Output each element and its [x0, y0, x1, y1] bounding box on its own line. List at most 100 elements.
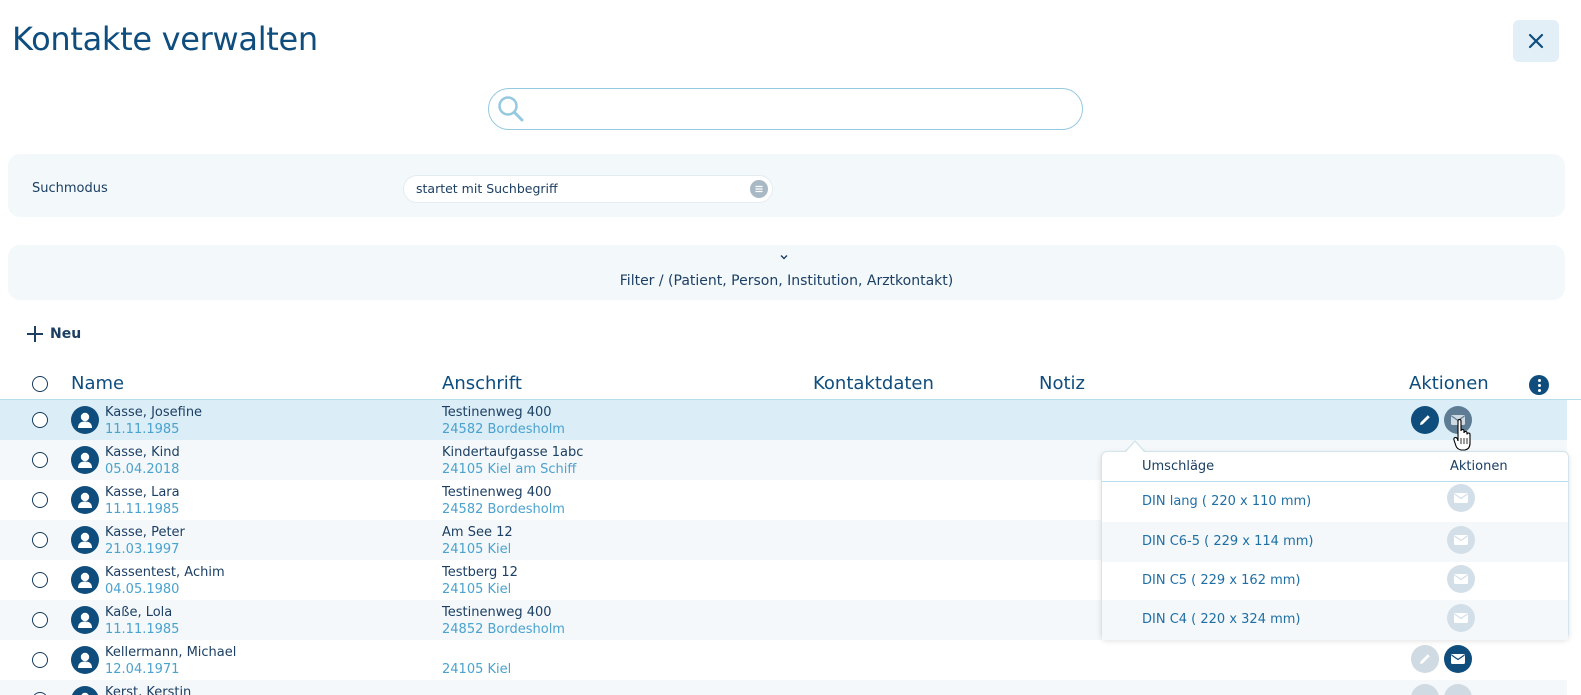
- contact-city: 24105 Kiel am Schiff: [442, 462, 577, 477]
- table-row[interactable]: Kerst, Kerstin: [0, 680, 1567, 695]
- contact-city: 24582 Bordesholm: [442, 502, 565, 517]
- contact-city: 24852 Bordesholm: [442, 622, 565, 637]
- column-header-name[interactable]: Name: [71, 373, 124, 394]
- envelope-button[interactable]: [1444, 684, 1472, 695]
- row-radio[interactable]: [32, 532, 48, 548]
- envelope-icon: [1454, 535, 1468, 545]
- envelope-button[interactable]: [1444, 406, 1472, 434]
- search-mode-label: Suchmodus: [32, 181, 108, 196]
- contact-street: Testinenweg 400: [442, 605, 552, 620]
- popup-header-envelopes: Umschläge: [1142, 459, 1215, 474]
- envelope-icon: [1454, 613, 1468, 623]
- plus-icon: [27, 326, 43, 342]
- contact-city: 24582 Bordesholm: [442, 422, 565, 437]
- column-header-address[interactable]: Anschrift: [442, 373, 522, 394]
- popup-arrow-inner: [1125, 442, 1145, 453]
- user-icon: [71, 606, 99, 634]
- contact-name: Kassentest, Achim: [105, 565, 225, 580]
- contact-birthdate: 21.03.1997: [105, 542, 180, 557]
- edit-icon: [1420, 654, 1430, 664]
- row-radio[interactable]: [32, 652, 48, 668]
- new-contact-label: Neu: [50, 326, 82, 342]
- contact-street: Am See 12: [442, 525, 513, 540]
- envelope-icon: [1451, 654, 1465, 664]
- edit-icon: [1420, 415, 1430, 425]
- contact-street: Testberg 12: [442, 565, 518, 580]
- contact-birthdate: 04.05.1980: [105, 582, 180, 597]
- contact-birthdate: 12.04.1971: [105, 662, 180, 677]
- contact-street: Testinenweg 400: [442, 405, 552, 420]
- edit-button[interactable]: [1411, 645, 1439, 673]
- envelope-print-button[interactable]: [1447, 604, 1475, 632]
- contact-city: 24105 Kiel: [442, 582, 512, 597]
- table-header: Name Anschrift Kontaktdaten Notiz Aktion…: [0, 368, 1581, 400]
- contact-city: 24105 Kiel: [442, 542, 512, 557]
- envelope-button[interactable]: [1444, 645, 1472, 673]
- search-box[interactable]: [488, 88, 1083, 130]
- contact-name: Kaße, Lola: [105, 605, 173, 620]
- user-icon: [71, 446, 99, 474]
- envelope-icon: [1451, 415, 1465, 425]
- search-mode-value: startet mit Suchbegriff: [416, 181, 558, 196]
- popup-header: Umschläge Aktionen: [1102, 452, 1568, 482]
- envelope-print-button[interactable]: [1447, 484, 1475, 512]
- envelope-popup: Umschläge Aktionen DIN lang ( 220 x 110 …: [1101, 451, 1569, 640]
- column-header-contact[interactable]: Kontaktdaten: [813, 373, 934, 394]
- row-radio[interactable]: [32, 612, 48, 628]
- edit-button[interactable]: [1411, 406, 1439, 434]
- row-radio[interactable]: [32, 452, 48, 468]
- envelope-option-label: DIN C6-5 ( 229 x 114 mm): [1142, 534, 1314, 549]
- row-radio[interactable]: [32, 492, 48, 508]
- contact-birthdate: 11.11.1985: [105, 502, 180, 517]
- envelope-icon: [1454, 493, 1468, 503]
- contact-name: Kasse, Josefine: [105, 405, 203, 420]
- column-header-actions: Aktionen: [1409, 373, 1489, 394]
- new-contact-button[interactable]: Neu: [26, 325, 81, 343]
- contact-birthdate: 05.04.2018: [105, 462, 180, 477]
- envelope-icon: [1454, 574, 1468, 584]
- row-radio[interactable]: [32, 412, 48, 428]
- row-radio[interactable]: [32, 572, 48, 588]
- contact-birthdate: 11.11.1985: [105, 422, 180, 437]
- envelope-option-label: DIN C5 ( 229 x 162 mm): [1142, 573, 1301, 588]
- close-button[interactable]: [1513, 20, 1559, 62]
- edit-button[interactable]: [1411, 684, 1439, 695]
- select-all-radio[interactable]: [32, 376, 48, 392]
- envelope-option-label: DIN C4 ( 220 x 324 mm): [1142, 612, 1301, 627]
- contact-name: Kasse, Lara: [105, 485, 180, 500]
- envelope-option-label: DIN lang ( 220 x 110 mm): [1142, 494, 1312, 509]
- column-header-note[interactable]: Notiz: [1039, 373, 1085, 394]
- search-icon: [498, 96, 524, 122]
- table-row[interactable]: Kellermann, Michael 12.04.1971 24105 Kie…: [0, 640, 1567, 680]
- envelope-option[interactable]: DIN C4 ( 220 x 324 mm): [1102, 600, 1568, 640]
- user-icon: [71, 406, 99, 434]
- filter-panel[interactable]: Filter / (Patient, Person, Institution, …: [8, 245, 1565, 300]
- user-icon: [71, 686, 99, 695]
- close-icon: [1528, 33, 1544, 49]
- contact-name: Kerst, Kerstin: [105, 685, 192, 695]
- filter-label: Filter / (Patient, Person, Institution, …: [619, 273, 954, 289]
- user-icon: [71, 566, 99, 594]
- search-input[interactable]: [533, 90, 1082, 128]
- user-icon: [71, 646, 99, 674]
- table-row[interactable]: Kasse, Josefine 11.11.1985 Testinenweg 4…: [0, 400, 1567, 440]
- chevron-down-icon: [780, 255, 788, 260]
- contact-birthdate: 11.11.1985: [105, 622, 180, 637]
- user-icon: [71, 526, 99, 554]
- envelope-option[interactable]: DIN lang ( 220 x 110 mm): [1102, 482, 1568, 522]
- envelope-option[interactable]: DIN C5 ( 229 x 162 mm): [1102, 561, 1568, 601]
- envelope-print-button[interactable]: [1447, 565, 1475, 593]
- contact-name: Kasse, Kind: [105, 445, 180, 460]
- search-mode-select[interactable]: startet mit Suchbegriff: [403, 175, 773, 203]
- envelope-option[interactable]: DIN C6-5 ( 229 x 114 mm): [1102, 522, 1568, 562]
- contact-city: 24105 Kiel: [442, 662, 512, 677]
- envelope-print-button[interactable]: [1447, 526, 1475, 554]
- menu-icon[interactable]: [750, 180, 768, 198]
- contact-name: Kellermann, Michael: [105, 645, 237, 660]
- popup-header-actions: Aktionen: [1450, 459, 1508, 474]
- contact-street: Testinenweg 400: [442, 485, 552, 500]
- page-title: Kontakte verwalten: [12, 20, 318, 58]
- user-icon: [71, 486, 99, 514]
- contact-name: Kasse, Peter: [105, 525, 185, 540]
- more-vertical-icon[interactable]: [1529, 375, 1549, 395]
